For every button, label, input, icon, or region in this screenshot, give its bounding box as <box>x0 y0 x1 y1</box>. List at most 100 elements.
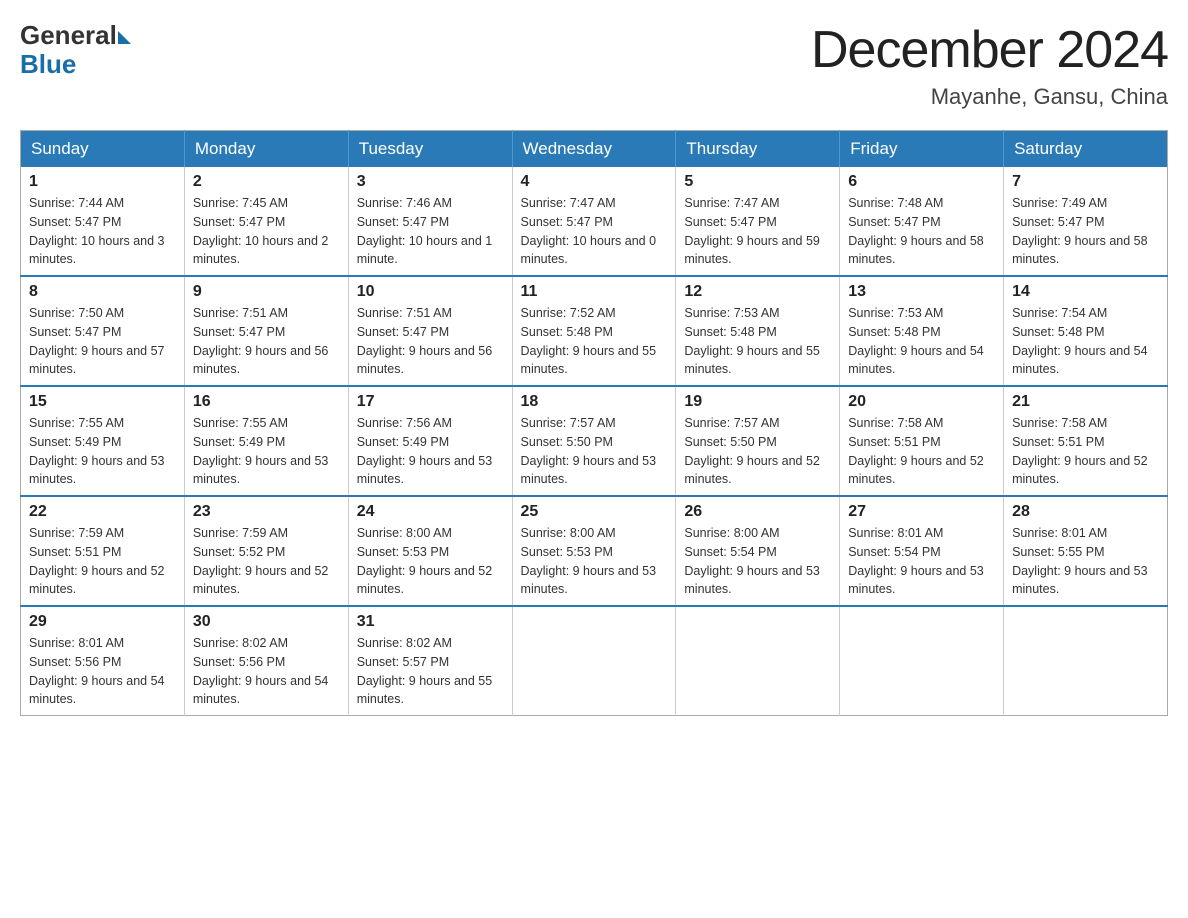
calendar-day-cell: 24 Sunrise: 8:00 AMSunset: 5:53 PMDaylig… <box>348 496 512 606</box>
day-number: 2 <box>193 173 340 191</box>
calendar-day-cell: 8 Sunrise: 7:50 AMSunset: 5:47 PMDayligh… <box>21 276 185 386</box>
logo-general-text: General <box>20 20 117 51</box>
calendar-day-cell: 11 Sunrise: 7:52 AMSunset: 5:48 PMDaylig… <box>512 276 676 386</box>
title-section: December 2024 Mayanhe, Gansu, China <box>811 20 1168 110</box>
day-number: 12 <box>684 283 831 301</box>
day-number: 11 <box>521 283 668 301</box>
day-info: Sunrise: 8:00 AMSunset: 5:53 PMDaylight:… <box>521 524 668 599</box>
day-info: Sunrise: 7:53 AMSunset: 5:48 PMDaylight:… <box>684 304 831 379</box>
calendar-day-cell: 23 Sunrise: 7:59 AMSunset: 5:52 PMDaylig… <box>184 496 348 606</box>
day-number: 21 <box>1012 393 1159 411</box>
location-text: Mayanhe, Gansu, China <box>811 84 1168 110</box>
calendar-table: SundayMondayTuesdayWednesdayThursdayFrid… <box>20 130 1168 716</box>
day-number: 7 <box>1012 173 1159 191</box>
day-number: 18 <box>521 393 668 411</box>
day-info: Sunrise: 7:59 AMSunset: 5:52 PMDaylight:… <box>193 524 340 599</box>
calendar-day-cell <box>840 606 1004 716</box>
calendar-day-cell: 13 Sunrise: 7:53 AMSunset: 5:48 PMDaylig… <box>840 276 1004 386</box>
logo: General Blue <box>20 20 131 80</box>
day-info: Sunrise: 7:51 AMSunset: 5:47 PMDaylight:… <box>357 304 504 379</box>
calendar-day-cell: 19 Sunrise: 7:57 AMSunset: 5:50 PMDaylig… <box>676 386 840 496</box>
calendar-day-cell: 27 Sunrise: 8:01 AMSunset: 5:54 PMDaylig… <box>840 496 1004 606</box>
day-of-week-header: Sunday <box>21 131 185 168</box>
day-info: Sunrise: 7:44 AMSunset: 5:47 PMDaylight:… <box>29 194 176 269</box>
calendar-day-cell: 31 Sunrise: 8:02 AMSunset: 5:57 PMDaylig… <box>348 606 512 716</box>
day-info: Sunrise: 7:54 AMSunset: 5:48 PMDaylight:… <box>1012 304 1159 379</box>
calendar-week-row: 29 Sunrise: 8:01 AMSunset: 5:56 PMDaylig… <box>21 606 1168 716</box>
day-number: 5 <box>684 173 831 191</box>
day-number: 9 <box>193 283 340 301</box>
day-of-week-header: Friday <box>840 131 1004 168</box>
day-info: Sunrise: 7:55 AMSunset: 5:49 PMDaylight:… <box>29 414 176 489</box>
day-number: 15 <box>29 393 176 411</box>
day-of-week-header: Wednesday <box>512 131 676 168</box>
page-header: General Blue December 2024 Mayanhe, Gans… <box>20 20 1168 110</box>
day-number: 31 <box>357 613 504 631</box>
calendar-day-cell: 2 Sunrise: 7:45 AMSunset: 5:47 PMDayligh… <box>184 167 348 276</box>
calendar-day-cell: 9 Sunrise: 7:51 AMSunset: 5:47 PMDayligh… <box>184 276 348 386</box>
calendar-day-cell: 29 Sunrise: 8:01 AMSunset: 5:56 PMDaylig… <box>21 606 185 716</box>
day-info: Sunrise: 7:55 AMSunset: 5:49 PMDaylight:… <box>193 414 340 489</box>
day-info: Sunrise: 8:01 AMSunset: 5:56 PMDaylight:… <box>29 634 176 709</box>
day-number: 6 <box>848 173 995 191</box>
calendar-day-cell: 15 Sunrise: 7:55 AMSunset: 5:49 PMDaylig… <box>21 386 185 496</box>
day-number: 10 <box>357 283 504 301</box>
day-of-week-header: Tuesday <box>348 131 512 168</box>
day-info: Sunrise: 8:01 AMSunset: 5:54 PMDaylight:… <box>848 524 995 599</box>
calendar-day-cell <box>1004 606 1168 716</box>
calendar-week-row: 8 Sunrise: 7:50 AMSunset: 5:47 PMDayligh… <box>21 276 1168 386</box>
day-info: Sunrise: 7:59 AMSunset: 5:51 PMDaylight:… <box>29 524 176 599</box>
day-number: 19 <box>684 393 831 411</box>
calendar-day-cell: 17 Sunrise: 7:56 AMSunset: 5:49 PMDaylig… <box>348 386 512 496</box>
calendar-header-row: SundayMondayTuesdayWednesdayThursdayFrid… <box>21 131 1168 168</box>
calendar-day-cell: 21 Sunrise: 7:58 AMSunset: 5:51 PMDaylig… <box>1004 386 1168 496</box>
day-number: 4 <box>521 173 668 191</box>
calendar-week-row: 15 Sunrise: 7:55 AMSunset: 5:49 PMDaylig… <box>21 386 1168 496</box>
calendar-day-cell: 1 Sunrise: 7:44 AMSunset: 5:47 PMDayligh… <box>21 167 185 276</box>
day-number: 23 <box>193 503 340 521</box>
day-number: 16 <box>193 393 340 411</box>
calendar-day-cell: 16 Sunrise: 7:55 AMSunset: 5:49 PMDaylig… <box>184 386 348 496</box>
day-info: Sunrise: 7:47 AMSunset: 5:47 PMDaylight:… <box>521 194 668 269</box>
calendar-day-cell: 3 Sunrise: 7:46 AMSunset: 5:47 PMDayligh… <box>348 167 512 276</box>
day-info: Sunrise: 7:46 AMSunset: 5:47 PMDaylight:… <box>357 194 504 269</box>
day-number: 17 <box>357 393 504 411</box>
day-number: 20 <box>848 393 995 411</box>
calendar-day-cell: 20 Sunrise: 7:58 AMSunset: 5:51 PMDaylig… <box>840 386 1004 496</box>
day-info: Sunrise: 8:02 AMSunset: 5:56 PMDaylight:… <box>193 634 340 709</box>
day-number: 25 <box>521 503 668 521</box>
day-number: 14 <box>1012 283 1159 301</box>
day-info: Sunrise: 7:53 AMSunset: 5:48 PMDaylight:… <box>848 304 995 379</box>
calendar-day-cell: 18 Sunrise: 7:57 AMSunset: 5:50 PMDaylig… <box>512 386 676 496</box>
day-number: 27 <box>848 503 995 521</box>
day-number: 24 <box>357 503 504 521</box>
calendar-day-cell: 4 Sunrise: 7:47 AMSunset: 5:47 PMDayligh… <box>512 167 676 276</box>
day-info: Sunrise: 7:58 AMSunset: 5:51 PMDaylight:… <box>848 414 995 489</box>
calendar-day-cell: 30 Sunrise: 8:02 AMSunset: 5:56 PMDaylig… <box>184 606 348 716</box>
day-info: Sunrise: 8:00 AMSunset: 5:53 PMDaylight:… <box>357 524 504 599</box>
calendar-day-cell: 10 Sunrise: 7:51 AMSunset: 5:47 PMDaylig… <box>348 276 512 386</box>
day-info: Sunrise: 8:00 AMSunset: 5:54 PMDaylight:… <box>684 524 831 599</box>
calendar-day-cell: 7 Sunrise: 7:49 AMSunset: 5:47 PMDayligh… <box>1004 167 1168 276</box>
calendar-day-cell: 14 Sunrise: 7:54 AMSunset: 5:48 PMDaylig… <box>1004 276 1168 386</box>
calendar-week-row: 22 Sunrise: 7:59 AMSunset: 5:51 PMDaylig… <box>21 496 1168 606</box>
day-info: Sunrise: 7:47 AMSunset: 5:47 PMDaylight:… <box>684 194 831 269</box>
day-number: 1 <box>29 173 176 191</box>
calendar-day-cell: 26 Sunrise: 8:00 AMSunset: 5:54 PMDaylig… <box>676 496 840 606</box>
day-of-week-header: Monday <box>184 131 348 168</box>
day-info: Sunrise: 7:57 AMSunset: 5:50 PMDaylight:… <box>521 414 668 489</box>
day-number: 28 <box>1012 503 1159 521</box>
logo-blue-text: Blue <box>20 49 131 80</box>
day-number: 3 <box>357 173 504 191</box>
day-info: Sunrise: 8:02 AMSunset: 5:57 PMDaylight:… <box>357 634 504 709</box>
logo-chevron-icon <box>118 31 131 44</box>
day-number: 8 <box>29 283 176 301</box>
day-info: Sunrise: 7:50 AMSunset: 5:47 PMDaylight:… <box>29 304 176 379</box>
month-title: December 2024 <box>811 20 1168 80</box>
calendar-day-cell: 6 Sunrise: 7:48 AMSunset: 5:47 PMDayligh… <box>840 167 1004 276</box>
day-number: 26 <box>684 503 831 521</box>
calendar-day-cell <box>512 606 676 716</box>
day-info: Sunrise: 7:58 AMSunset: 5:51 PMDaylight:… <box>1012 414 1159 489</box>
day-number: 13 <box>848 283 995 301</box>
calendar-day-cell: 28 Sunrise: 8:01 AMSunset: 5:55 PMDaylig… <box>1004 496 1168 606</box>
